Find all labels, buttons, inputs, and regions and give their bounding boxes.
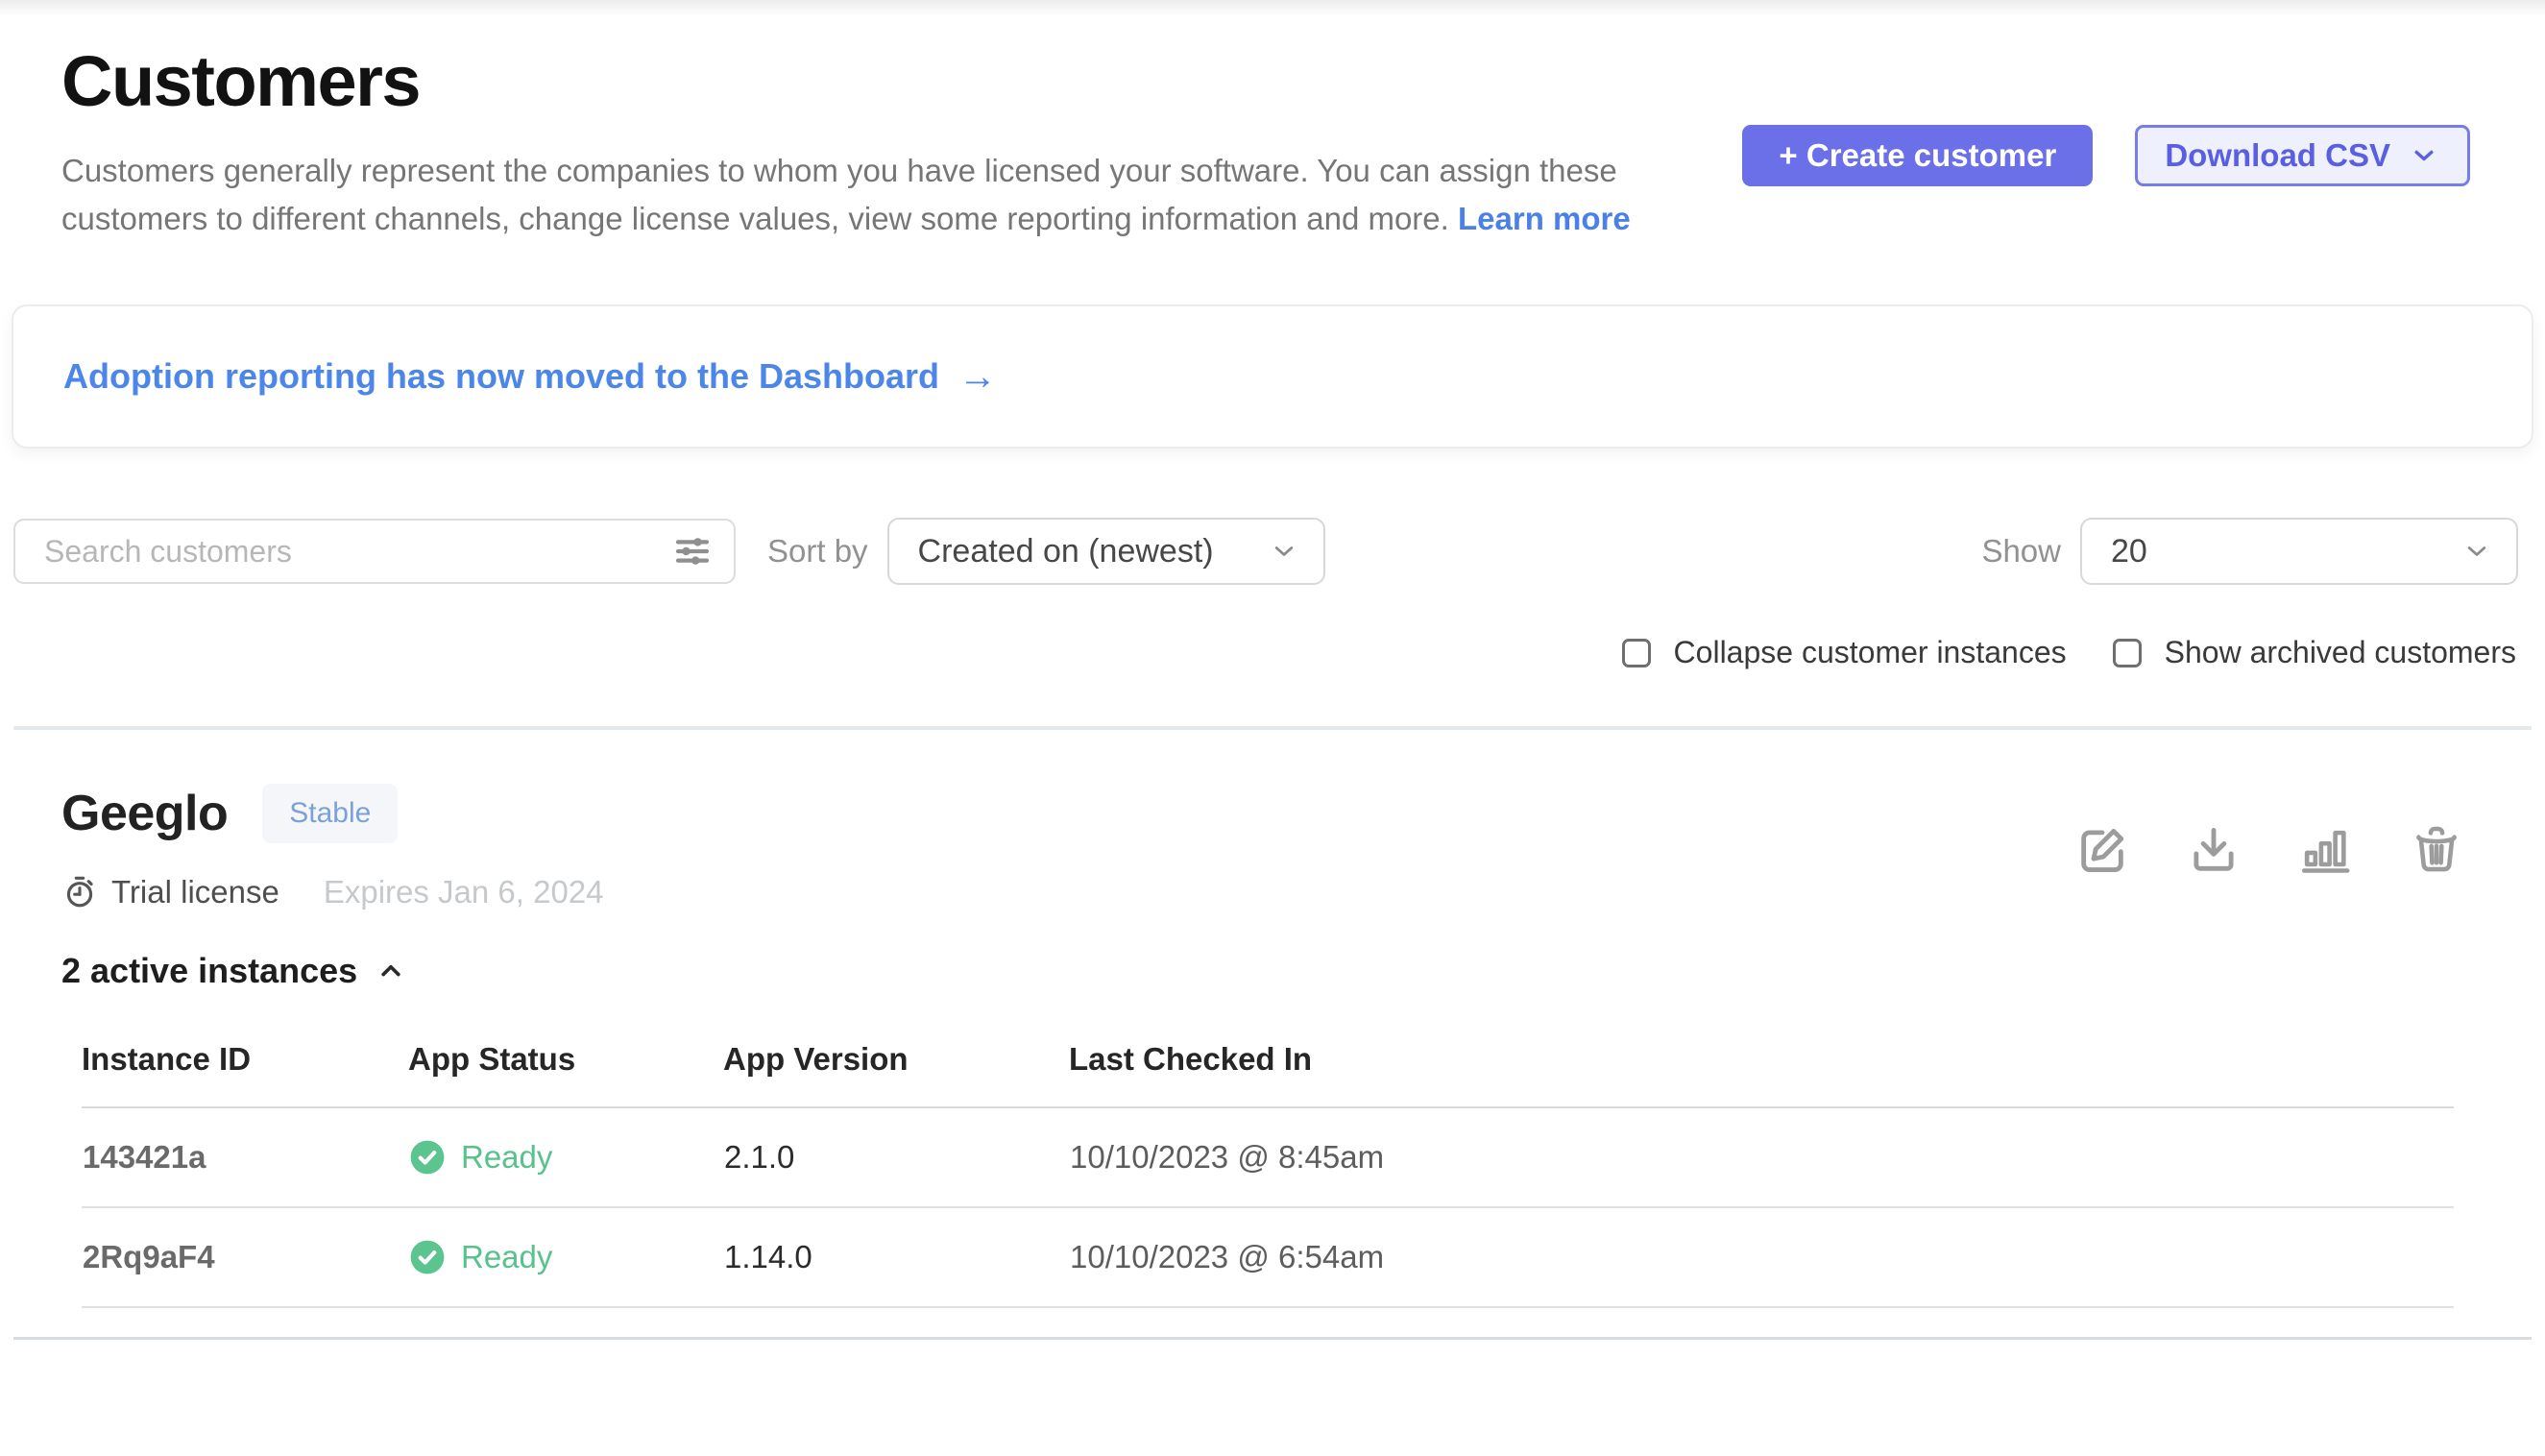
instances-toggle-label: 2 active instances: [61, 951, 357, 991]
adoption-banner[interactable]: Adoption reporting has now moved to the …: [12, 304, 2533, 449]
search-customers-box: [13, 519, 736, 584]
show-select[interactable]: 20: [2080, 518, 2518, 585]
header-app-status: App Status: [408, 1028, 723, 1107]
app-version: 2.1.0: [723, 1107, 1069, 1207]
filter-sliders-icon[interactable]: [670, 529, 715, 573]
customer-name[interactable]: Geeglo: [61, 785, 228, 842]
license-expiry: Expires Jan 6, 2024: [324, 874, 604, 910]
customer-name-row: Geeglo Stable: [61, 784, 604, 843]
header-app-version: App Version: [723, 1028, 1069, 1107]
customer-card: Geeglo Stable Trial license Expires Jan …: [0, 730, 2545, 1340]
check-circle-icon: [409, 1239, 446, 1275]
chevron-down-icon: [1268, 535, 1300, 568]
download-csv-button[interactable]: Download CSV: [2135, 125, 2470, 186]
learn-more-link[interactable]: Learn more: [1458, 201, 1631, 236]
adoption-banner-text: Adoption reporting has now moved to the …: [63, 356, 939, 397]
app-status-text: Ready: [461, 1239, 552, 1275]
instance-row: 143421a Ready 2.1.0 10/10/2023 @ 8:45am: [82, 1107, 2454, 1207]
collapse-instances-option[interactable]: Collapse customer instances: [1622, 635, 2067, 670]
checkbox-row: Collapse customer instances Show archive…: [0, 635, 2545, 670]
app-version: 1.14.0: [723, 1207, 1069, 1307]
chevron-down-icon: [2408, 139, 2440, 172]
show-archived-label: Show archived customers: [2165, 635, 2516, 670]
customer-actions: [2074, 822, 2464, 878]
app-status: Ready: [409, 1139, 722, 1176]
card-bottom-divider: [13, 1337, 2532, 1340]
chevron-down-icon: [2460, 535, 2493, 568]
reporting-bar-chart-icon[interactable]: [2297, 822, 2353, 878]
last-checked-in: 10/10/2023 @ 6:54am: [1069, 1207, 2454, 1307]
arrow-right-icon: →: [958, 357, 997, 396]
sort-select[interactable]: Created on (newest): [887, 518, 1325, 585]
app-status: Ready: [409, 1239, 722, 1275]
page-header: Customers Customers generally represent …: [0, 15, 2545, 243]
collapse-instances-label: Collapse customer instances: [1674, 635, 2067, 670]
timer-icon: [61, 874, 98, 910]
archive-trash-icon[interactable]: [2409, 822, 2464, 878]
edit-customer-icon[interactable]: [2074, 822, 2130, 878]
chevron-up-icon: [375, 955, 407, 987]
page-description: Customers generally represent the compan…: [61, 147, 1713, 243]
channel-badge: Stable: [262, 784, 398, 843]
app-status-text: Ready: [461, 1139, 552, 1176]
license-row: Trial license Expires Jan 6, 2024: [61, 874, 604, 910]
collapse-instances-checkbox[interactable]: [1622, 639, 1651, 667]
filters-row: Sort by Created on (newest) Show 20: [0, 518, 2545, 585]
show-select-value: 20: [2111, 533, 2147, 570]
download-license-icon[interactable]: [2186, 822, 2242, 878]
sort-select-value: Created on (newest): [918, 533, 1214, 570]
check-circle-icon: [409, 1139, 446, 1176]
instance-row: 2Rq9aF4 Ready 1.14.0 10/10/2023 @ 6:54am: [82, 1207, 2454, 1307]
customer-card-header: Geeglo Stable Trial license Expires Jan …: [61, 784, 2464, 991]
instances-table: Instance ID App Status App Version Last …: [82, 1028, 2454, 1308]
sort-by-label: Sort by: [767, 533, 868, 570]
page-description-text: Customers generally represent the compan…: [61, 153, 1617, 236]
license-type: Trial license: [111, 874, 279, 910]
instances-table-header-row: Instance ID App Status App Version Last …: [82, 1028, 2454, 1107]
search-input[interactable]: [42, 533, 670, 570]
show-label: Show: [1981, 533, 2061, 570]
download-csv-label: Download CSV: [2165, 137, 2390, 174]
top-fade-strip: [0, 0, 2545, 15]
header-actions: + Create customer Download CSV: [1742, 125, 2470, 186]
instance-id: 2Rq9aF4: [82, 1207, 408, 1307]
show-archived-option[interactable]: Show archived customers: [2113, 635, 2516, 670]
header-last-checked-in: Last Checked In: [1069, 1028, 2454, 1107]
instance-id: 143421a: [82, 1107, 408, 1207]
last-checked-in: 10/10/2023 @ 8:45am: [1069, 1107, 2454, 1207]
show-archived-checkbox[interactable]: [2113, 639, 2142, 667]
customers-page: Customers Customers generally represent …: [0, 0, 2545, 1456]
adoption-banner-link[interactable]: Adoption reporting has now moved to the …: [63, 356, 2482, 397]
instances-toggle[interactable]: 2 active instances: [61, 951, 604, 991]
header-instance-id: Instance ID: [82, 1028, 408, 1107]
page-header-left: Customers Customers generally represent …: [61, 40, 1713, 243]
page-title: Customers: [61, 40, 1713, 122]
customer-info: Geeglo Stable Trial license Expires Jan …: [61, 784, 604, 991]
create-customer-button[interactable]: + Create customer: [1742, 125, 2093, 186]
